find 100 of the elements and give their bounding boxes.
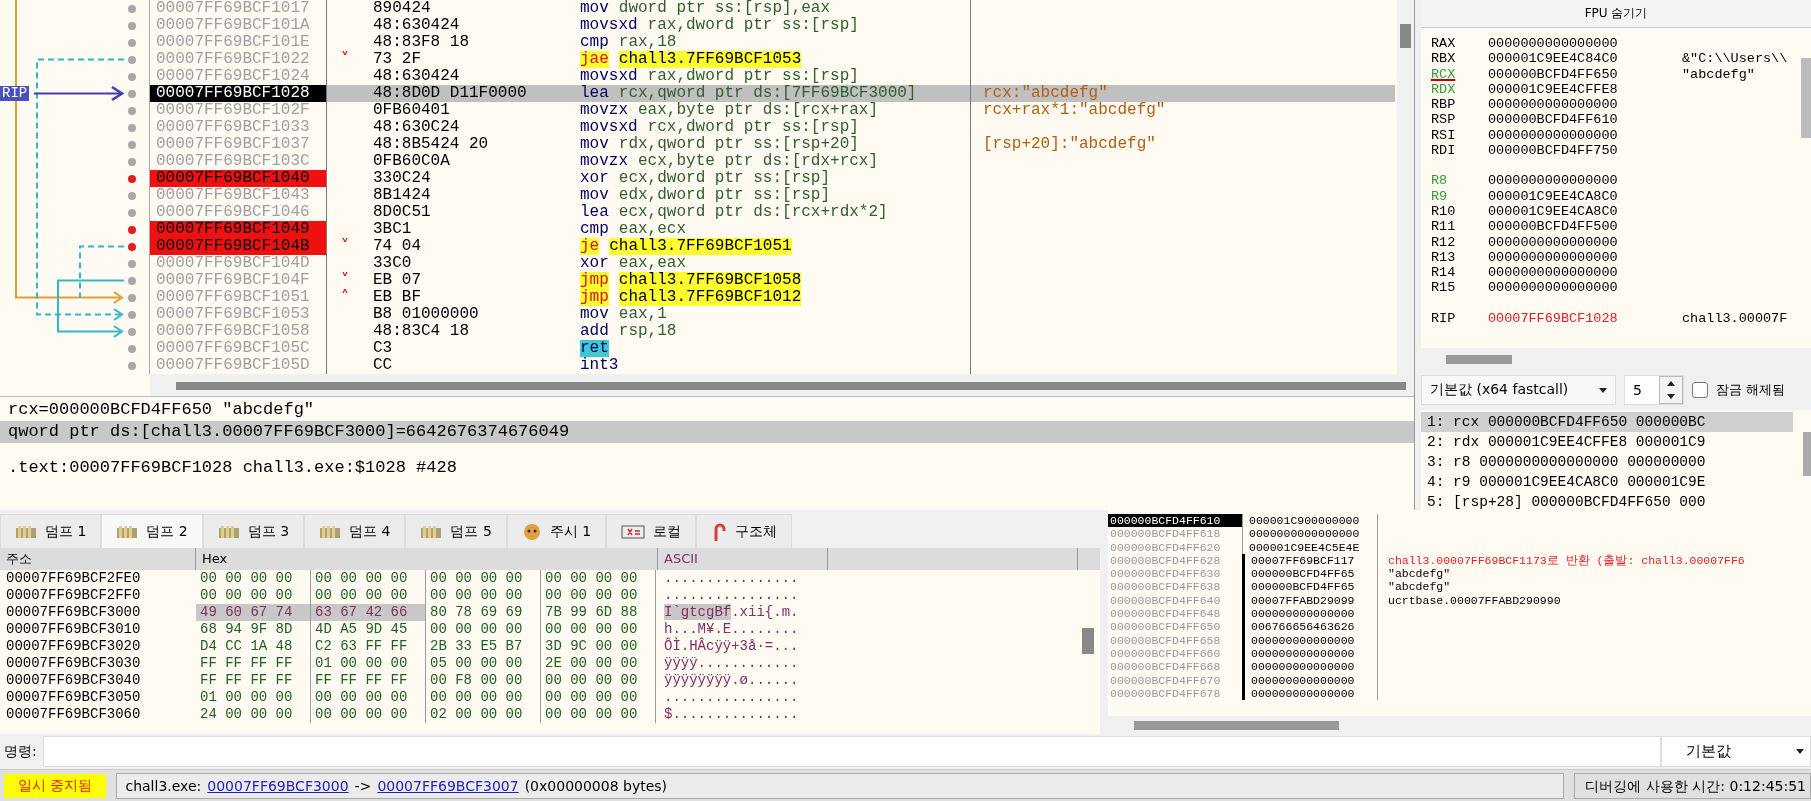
register-value[interactable]: 0000000000000000 xyxy=(1488,234,1682,250)
bytes-cell: CC xyxy=(373,357,393,374)
tab[interactable]: 로컬 xyxy=(606,514,697,548)
register-name[interactable]: RBX xyxy=(1431,51,1488,67)
command-mode-dropdown[interactable]: 기본값 xyxy=(1661,736,1811,768)
argument-count-spinbox[interactable]: 5 xyxy=(1624,375,1684,405)
register-name[interactable]: R15 xyxy=(1431,280,1488,296)
address-link[interactable]: 00007FF69BCF3000 xyxy=(207,777,349,794)
register-name[interactable]: RAX xyxy=(1431,36,1488,52)
stack-value: 006766656463626 xyxy=(1242,620,1378,634)
argument-row[interactable]: 3: r8 0000000000000000 000000000 xyxy=(1421,452,1793,472)
mnemonic: mov xyxy=(580,136,609,153)
hex-bytes: 49 60 67 74 xyxy=(196,604,311,621)
operands: chall3.7FF69BCF1058 xyxy=(618,272,802,289)
operands: eax,1 xyxy=(618,306,667,323)
rip-label: RIP xyxy=(0,86,30,101)
address-cell-text: 00007FF69BCF3040 xyxy=(5,672,142,689)
register-value[interactable]: 000000BCFD4FF650 xyxy=(1488,66,1682,82)
register-name[interactable]: R10 xyxy=(1431,203,1488,220)
stack-address: 000000BCFD4FF660 xyxy=(1109,646,1222,661)
mnemonic: je xyxy=(580,238,600,255)
argument-row[interactable]: 4: r9 000001C9EE4CA8C0 000001C9E xyxy=(1421,472,1793,492)
mnemonic: ret xyxy=(580,340,609,357)
register-name[interactable]: RBP xyxy=(1431,97,1488,113)
address-cell-text: 00007FF69BCF3020 xyxy=(5,638,142,655)
hex-bytes: 00 00 00 00 xyxy=(541,587,656,604)
argument-row[interactable]: 5: [rsp+28] 000000BCFD4FF650 000 xyxy=(1421,492,1793,510)
register-value[interactable]: 000000BCFD4FF610 xyxy=(1488,112,1682,128)
stack-address: 000000BCFD4FF648 xyxy=(1109,607,1222,621)
comment-text: [rsp+20]:"abcdefg" xyxy=(983,135,1156,153)
register-value[interactable]: 0000000000000000 xyxy=(1488,127,1682,144)
stack-value: 0000000000000000 xyxy=(1242,527,1378,541)
stack-address: 000000BCFD4FF638 xyxy=(1109,580,1222,594)
register-name[interactable]: R14 xyxy=(1431,265,1488,281)
tab[interactable]: 덤프 1 xyxy=(0,514,102,548)
stack-address: 000000BCFD4FF630 xyxy=(1109,567,1222,581)
register-name[interactable]: RSI xyxy=(1431,127,1488,144)
register-value[interactable]: 0000000000000000 xyxy=(1488,173,1682,189)
stack-value: 000000000000000 xyxy=(1242,686,1378,701)
hex-bytes: 00 00 00 00 xyxy=(541,570,656,587)
register-value[interactable]: 0000000000000000 xyxy=(1488,97,1682,113)
register-name[interactable]: RSP xyxy=(1431,112,1488,128)
tab[interactable]: 덤프 3 xyxy=(202,514,305,548)
hex-bytes: 00 00 00 00 xyxy=(311,689,426,706)
register-name[interactable]: RDI xyxy=(1431,143,1488,159)
ascii-text: .xii{.m. xyxy=(731,604,799,620)
hex-bytes: 68 94 9F 8D xyxy=(196,621,311,638)
tab[interactable]: 덤프 4 xyxy=(304,514,406,548)
address-link[interactable]: 00007FF69BCF3007 xyxy=(377,777,519,794)
tab[interactable]: 주시 1 xyxy=(506,514,607,548)
address-cell-text: 00007FF69BCF104F xyxy=(155,272,311,289)
operands: dword ptr ss:[rsp],eax xyxy=(618,0,831,17)
hex-bytes: 2E 00 00 00 xyxy=(541,655,656,672)
argument-row[interactable]: 2: rdx 000001C9EE4CFFE8 000001C9 xyxy=(1421,432,1793,452)
column-header[interactable]: 주소 xyxy=(0,548,196,570)
stack-value: 000000000000000 xyxy=(1242,673,1378,687)
operands: eax,ecx xyxy=(618,221,687,238)
register-value[interactable]: 0000000000000000 xyxy=(1488,280,1682,296)
calling-convention-dropdown[interactable]: 기본값 (x64 fastcall) xyxy=(1421,375,1616,405)
register-value[interactable]: 000000BCFD4FF750 xyxy=(1488,143,1682,159)
argument-row[interactable]: 1: rcx 000000BCFD4FF650 000000BC xyxy=(1421,412,1793,432)
stack-comment: "abcdefg" xyxy=(1387,567,1451,581)
ascii-text: ÔÌ.HÂcÿÿ+3å·=... xyxy=(664,638,799,654)
register-value[interactable]: 000000BCFD4FF500 xyxy=(1488,219,1682,235)
register-name[interactable]: R13 xyxy=(1431,249,1488,266)
register-value[interactable]: 0000000000000000 xyxy=(1488,265,1682,281)
address-cell-text: 00007FF69BCF1043 xyxy=(155,187,311,204)
hex-bytes: 3D 9C 00 00 xyxy=(541,638,656,655)
register-value[interactable]: 0000000000000000 xyxy=(1488,36,1682,52)
hex-bytes: 00 00 00 00 xyxy=(541,621,656,638)
register-value[interactable]: 000001C9EE4C84C0 xyxy=(1488,51,1682,67)
mnemonic: mov xyxy=(580,306,609,323)
tab[interactable]: 구조체 xyxy=(696,514,793,548)
operands: ecx,qword ptr ds:[rcx+rdx*2] xyxy=(618,204,888,221)
hex-bytes: D4 CC 1A 48 xyxy=(196,638,311,655)
stack-address: 000000BCFD4FF658 xyxy=(1109,633,1222,647)
stack-comment: "abcdefg" xyxy=(1387,580,1451,594)
ascii-text: h...M¥.E........ xyxy=(664,621,799,637)
register-name[interactable]: R12 xyxy=(1431,234,1488,250)
operands: chall3.7FF69BCF1051 xyxy=(609,238,792,255)
register-value[interactable]: 000001C9EE4CFFE8 xyxy=(1488,81,1682,98)
register-value[interactable]: 00007FF69BCF1028 xyxy=(1488,310,1682,327)
tab[interactable]: 덤프 5 xyxy=(405,514,507,548)
stack-address: 000000BCFD4FF618 xyxy=(1109,527,1222,541)
address-cell: 00007FF69BCF1028 xyxy=(150,85,326,102)
register-value[interactable]: 0000000000000000 xyxy=(1488,249,1682,266)
bytes-cell: 48:630C24 xyxy=(373,119,460,136)
comment-text: rcx+rax*1:"abcdefg" xyxy=(983,101,1166,119)
debug-time-label: 디버깅에 사용한 시간: 0:12:45:51 xyxy=(1574,772,1811,799)
tab[interactable]: 덤프 2 xyxy=(101,514,203,548)
address-cell-text: 00007FF69BCF3050 xyxy=(5,689,142,706)
register-name[interactable]: RIP xyxy=(1431,310,1488,327)
hex-bytes: 01 00 00 00 xyxy=(311,655,426,672)
register-value[interactable]: 000001C9EE4CA8C0 xyxy=(1488,188,1682,204)
register-value[interactable]: 000001C9EE4CA8C0 xyxy=(1488,203,1682,220)
column-header[interactable]: Hex xyxy=(196,548,658,570)
column-header[interactable]: ASCII xyxy=(658,548,828,570)
fpu-toggle-button[interactable]: FPU 숨기기 xyxy=(1421,0,1811,28)
ascii-text: ................ xyxy=(664,689,799,705)
register-name[interactable]: R11 xyxy=(1431,219,1488,235)
